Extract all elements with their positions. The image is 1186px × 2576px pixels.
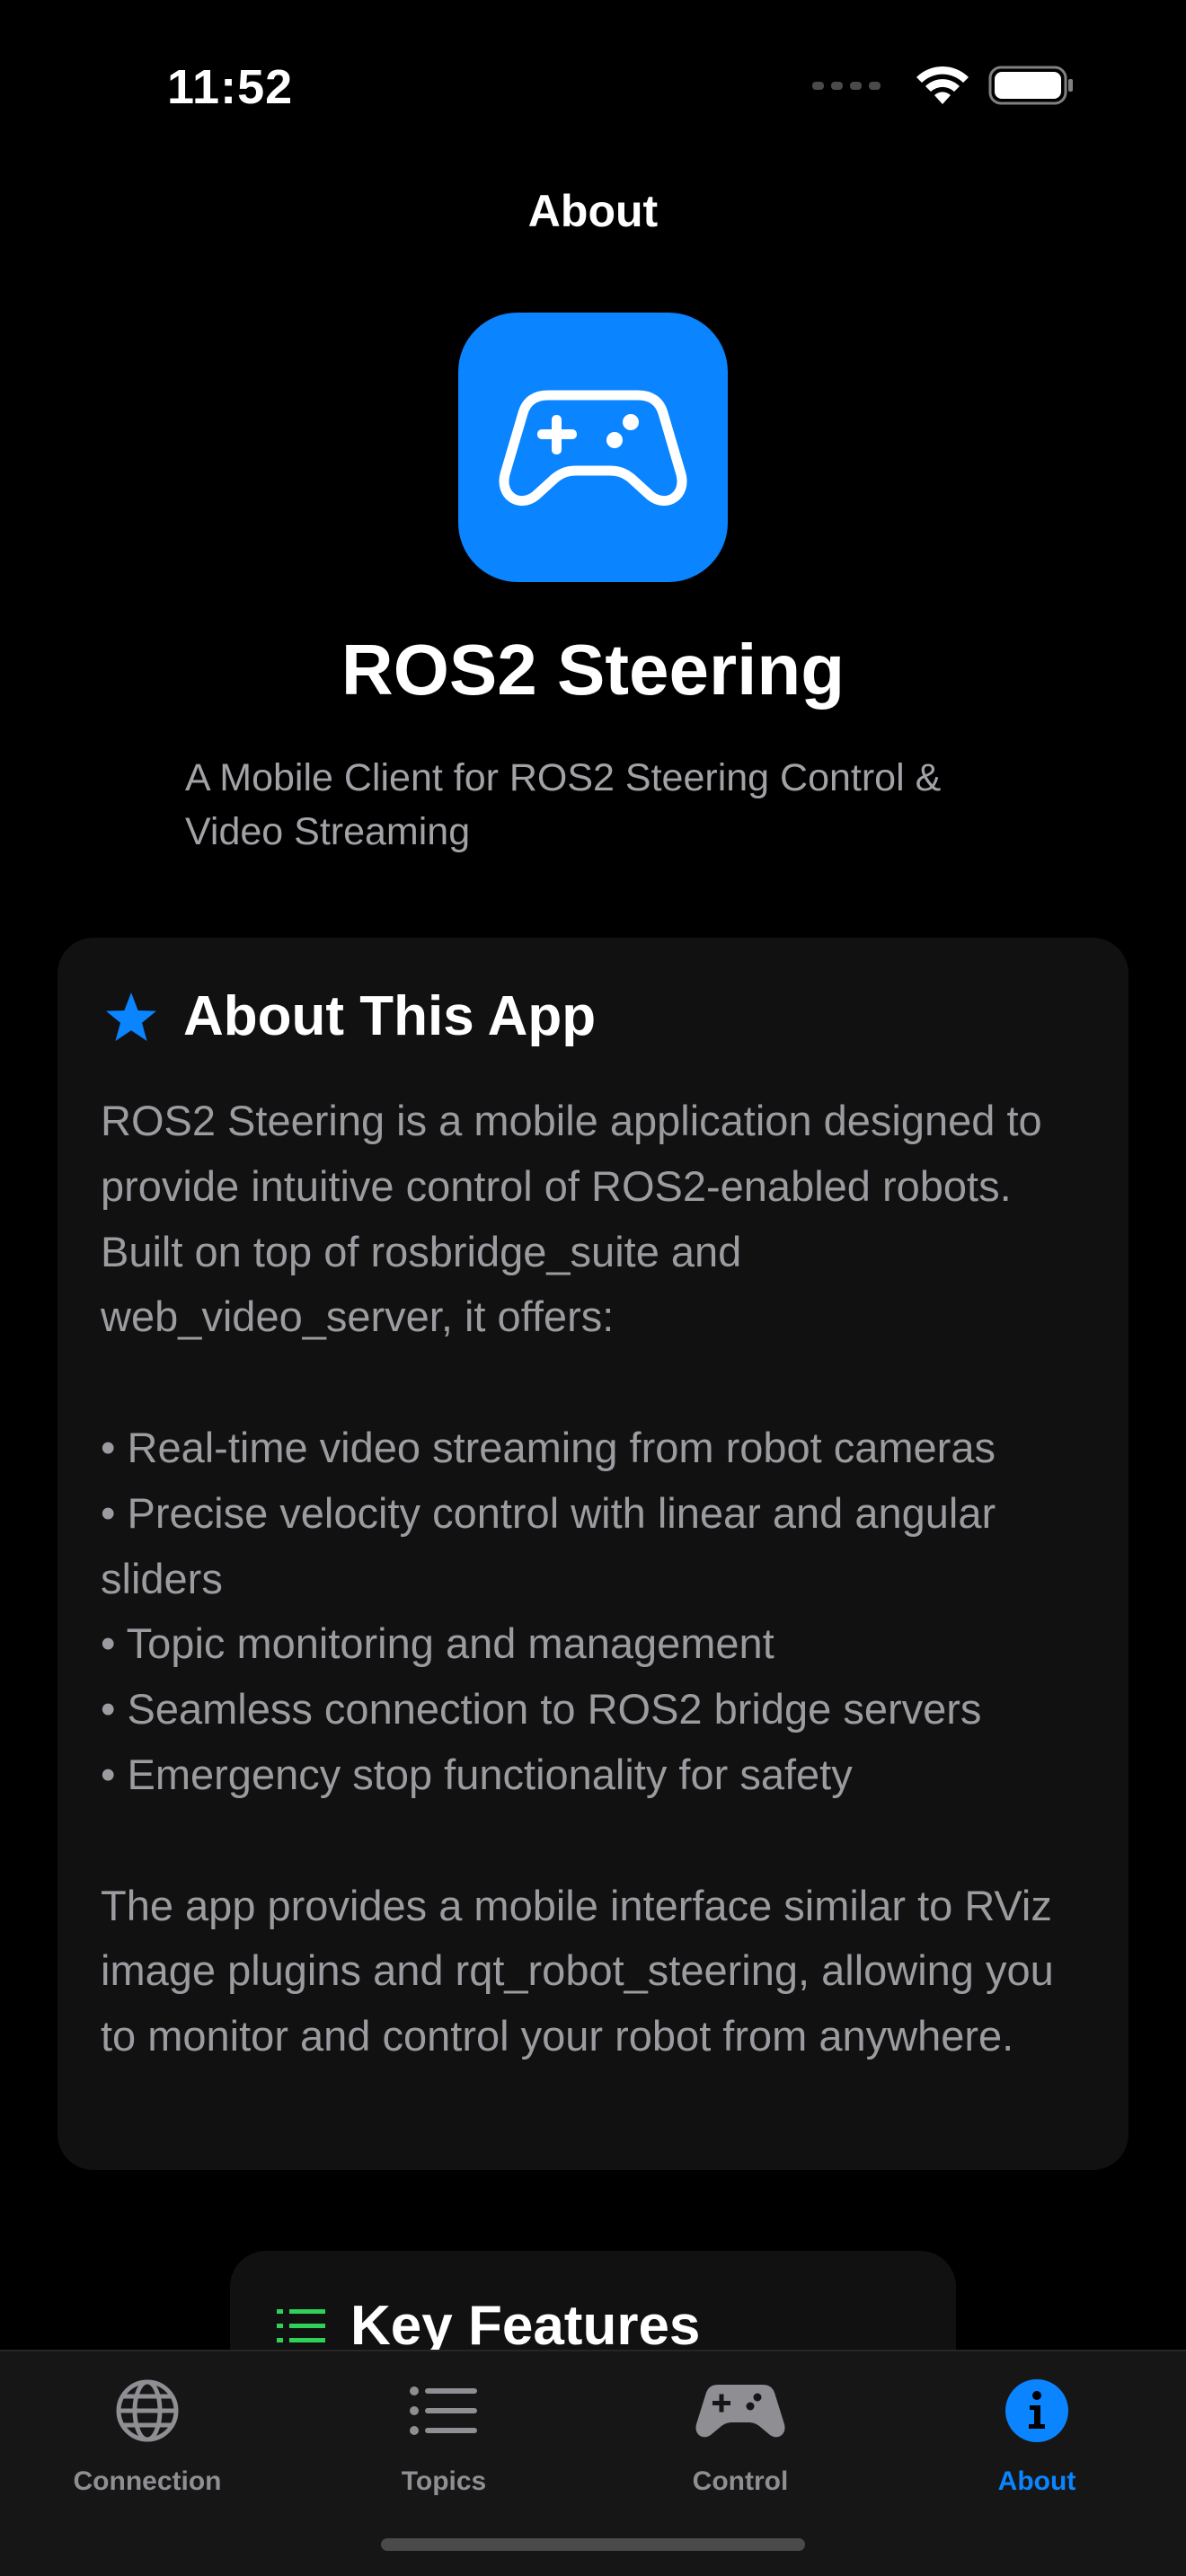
about-screen: 11:52 About ROS2 Steering A Mobile Clien… xyxy=(0,0,1186,2576)
status-indicators xyxy=(812,65,1075,106)
tab-about-label: About xyxy=(997,2466,1076,2496)
about-card: About This App ROS2 Steering is a mobile… xyxy=(58,938,1128,2170)
tab-topics[interactable]: Topics xyxy=(336,2369,552,2497)
wifi-icon xyxy=(916,66,969,104)
tab-topics-label: Topics xyxy=(401,2466,487,2496)
gamecontroller-icon xyxy=(499,390,687,506)
app-tagline: A Mobile Client for ROS2 Steering Contro… xyxy=(185,756,942,853)
status-time: 11:52 xyxy=(167,60,294,114)
app-icon xyxy=(458,313,728,582)
star-icon xyxy=(106,992,156,1041)
features-card-title: Key Features xyxy=(350,2295,701,2357)
about-card-title: About This App xyxy=(183,985,597,1047)
features-card-header: Key Features xyxy=(277,2294,700,2358)
tab-control[interactable]: Control xyxy=(633,2369,848,2497)
home-indicator xyxy=(381,2538,805,2551)
about-card-body: ROS2 Steering is a mobile application de… xyxy=(101,1097,1054,2060)
tab-control-label: Control xyxy=(692,2466,789,2496)
cellular-icon xyxy=(812,81,881,90)
tab-about[interactable]: About xyxy=(929,2369,1145,2497)
about-card-header: About This App xyxy=(104,984,596,1048)
globe-icon xyxy=(116,2379,179,2442)
list-bullet-icon xyxy=(410,2386,477,2435)
tab-connection-label: Connection xyxy=(73,2466,222,2496)
page-title: About xyxy=(527,186,659,236)
app-name: ROS2 Steering xyxy=(341,630,845,710)
list-icon xyxy=(277,2308,325,2342)
gamecontroller-icon xyxy=(695,2385,785,2438)
tab-connection[interactable]: Connection xyxy=(40,2369,255,2497)
battery-icon xyxy=(988,66,1073,105)
info-icon xyxy=(1005,2379,1068,2442)
